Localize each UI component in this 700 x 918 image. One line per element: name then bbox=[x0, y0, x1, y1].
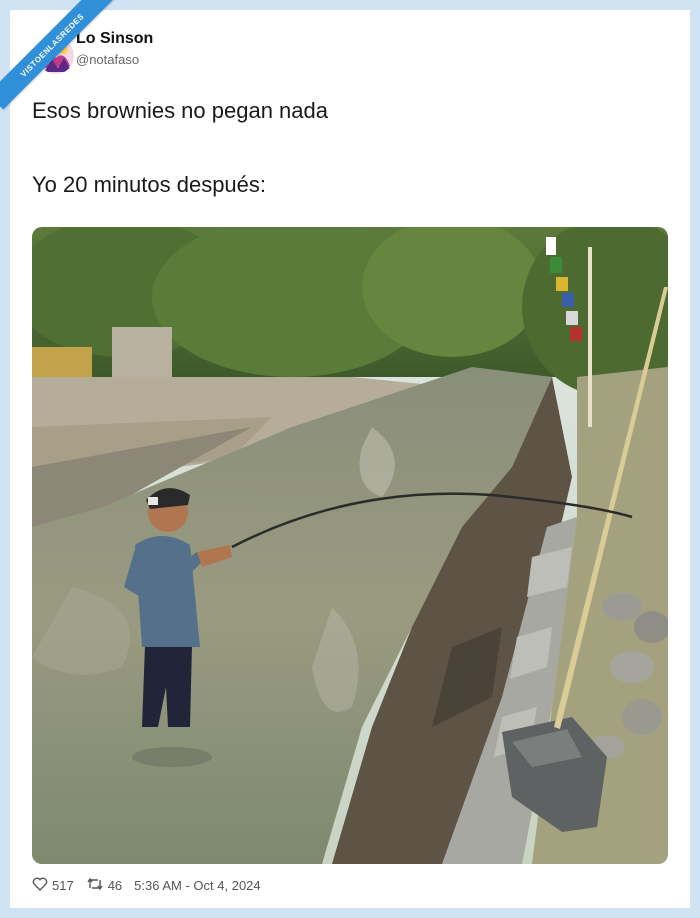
tweet-card: VISTOENLASREDES Lo Sinson @notafaso Esos… bbox=[0, 0, 690, 908]
like-count-value: 517 bbox=[52, 878, 74, 893]
like-count[interactable]: 517 bbox=[32, 876, 74, 895]
tweet-text-line-1: Esos brownies no pegan nada bbox=[32, 98, 328, 123]
tweet-text-line-2: Yo 20 minutos después: bbox=[32, 172, 267, 197]
retweet-count-value: 46 bbox=[107, 878, 123, 893]
retweet-icon bbox=[86, 876, 108, 895]
author-handle[interactable]: @notafaso bbox=[76, 52, 139, 67]
heart-icon bbox=[32, 876, 52, 895]
tweet-photo[interactable] bbox=[32, 227, 668, 864]
timestamp[interactable]: 5:36 AM - Oct 4, 2024 bbox=[134, 878, 260, 893]
author-name[interactable]: Lo Sinson bbox=[76, 30, 153, 48]
retweet-count[interactable]: 46 bbox=[86, 876, 122, 895]
tweet-footer: 517 46 5:36 AM - Oct 4, 2024 bbox=[32, 876, 261, 895]
